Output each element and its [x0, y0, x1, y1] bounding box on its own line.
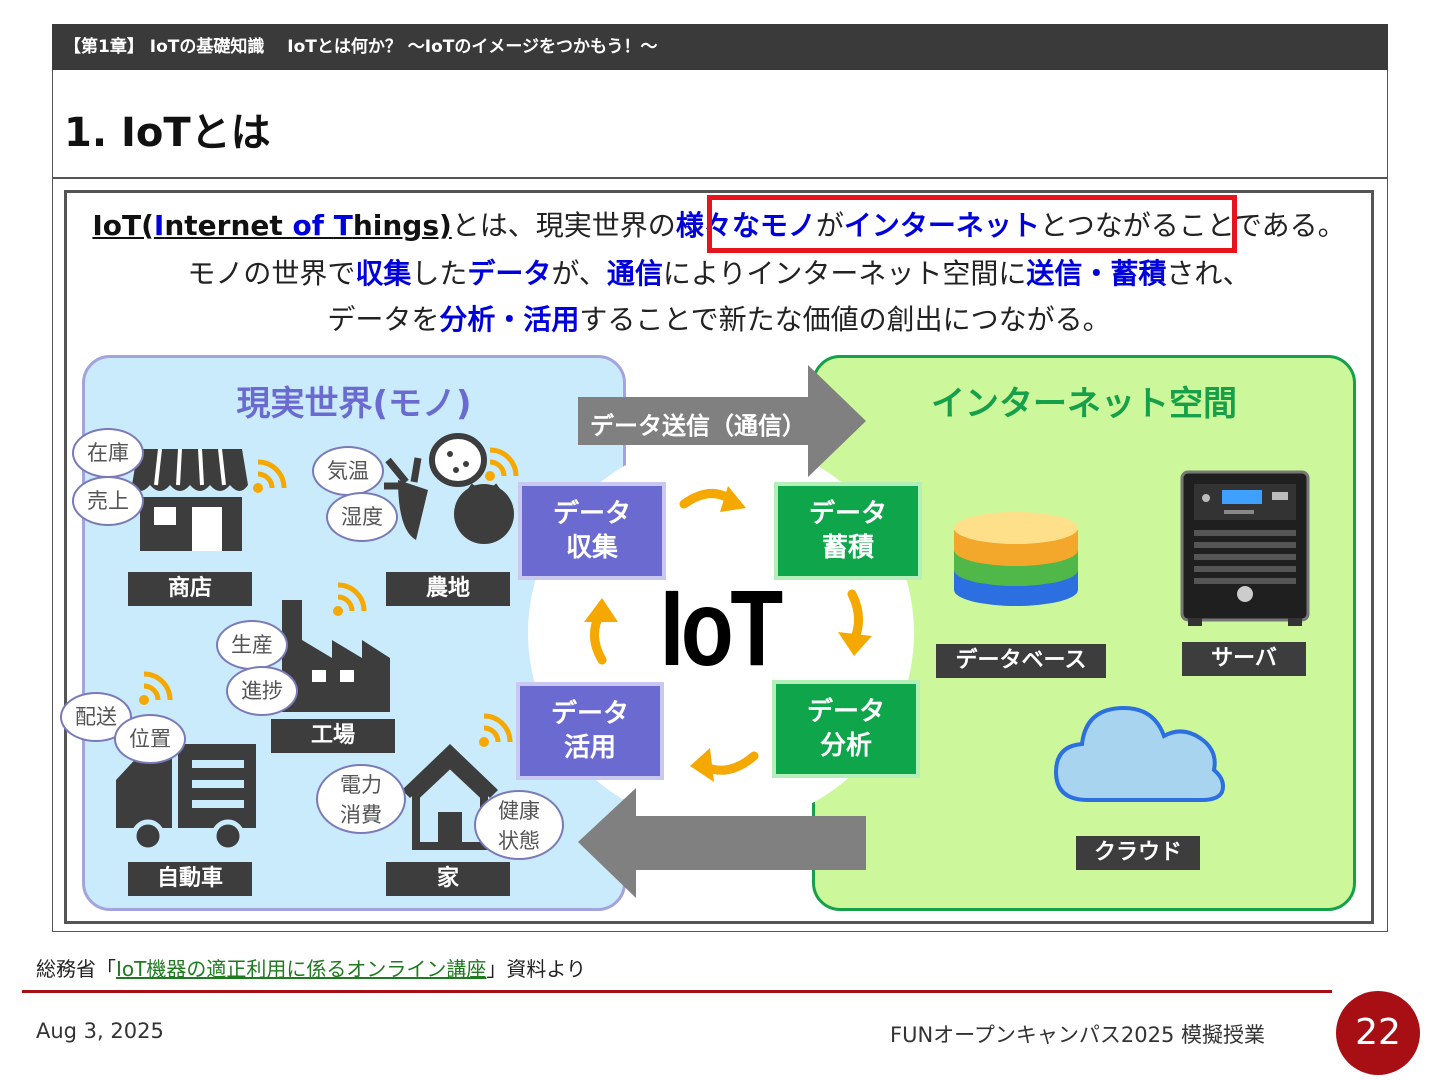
bubble-power: 電力 消費 — [316, 764, 406, 834]
return-arrow-icon — [578, 788, 866, 898]
footer-divider — [22, 990, 1332, 993]
lead-text: データを — [327, 303, 440, 336]
lead-highlight: 送信・蓄積 — [1026, 257, 1167, 290]
label-cloud: クラウド — [1076, 836, 1200, 870]
bubble-production: 生産 — [216, 620, 288, 670]
bubble-humidity: 湿度 — [326, 492, 398, 542]
shop-icon — [132, 448, 248, 551]
lead-text: によりインターネット空間に — [662, 257, 1027, 290]
bubble-position: 位置 — [114, 714, 186, 764]
real-world-title: 現実世界(モノ) — [236, 384, 472, 424]
bubble-power-line1: 電力 — [340, 773, 382, 797]
lead-iot: IoT( — [92, 209, 154, 242]
bubble-power-line2: 消費 — [340, 803, 382, 827]
slide-title: 1. IoTとは — [64, 110, 271, 156]
wifi-icon — [253, 459, 287, 493]
source-suffix: 」資料より — [486, 957, 586, 981]
cycle-arrow-icon — [679, 486, 746, 512]
cycle-arrow-icon — [584, 598, 618, 665]
lead-text: モノの世界で — [187, 257, 356, 290]
database-icon — [954, 512, 1078, 606]
internet-title: インターネット空間 — [931, 384, 1237, 424]
lead-highlight: 収集 — [355, 257, 412, 290]
lead-highlight: 分析・活用 — [439, 303, 580, 336]
cycle-use-line1: データ — [550, 699, 629, 729]
label-farm: 農地 — [386, 572, 510, 606]
bubble-health: 健康 状態 — [474, 790, 564, 860]
source-citation: 総務省「IoT機器の適正利用に係るオンライン講座」資料より — [36, 953, 586, 982]
label-house: 家 — [386, 862, 510, 896]
lead-space — [324, 209, 334, 242]
lead-of: of — [292, 209, 324, 242]
lead-text: され、 — [1166, 257, 1251, 290]
cycle-analyze: データ 分析 — [776, 684, 916, 774]
source-prefix: 総務省「 — [36, 957, 116, 981]
bubble-sales: 売上 — [72, 476, 144, 526]
cycle-arrow-icon — [838, 589, 872, 656]
lead-highlight: 通信 — [606, 257, 663, 290]
label-car: 自動車 — [128, 862, 252, 896]
lead-line-2: モノの世界で収集したデータが、通信によりインターネット空間に送信・蓄積され、 — [66, 252, 1372, 292]
cycle-analyze-line2: 分析 — [819, 731, 872, 761]
cycle-store-line2: 蓄積 — [821, 533, 874, 563]
page-number: 22 — [1336, 991, 1420, 1075]
send-arrow-label: データ送信（通信） — [590, 412, 806, 440]
lead-nternet: nternet — [164, 209, 293, 242]
lead-text: とは、現実世界の — [451, 209, 676, 242]
footer-event: FUNオープンキャンパス2025 模擬授業 — [890, 1023, 1266, 1047]
lead-text: することで新たな価値の創出につながる。 — [579, 303, 1111, 336]
cycle-store-line1: データ — [808, 499, 887, 529]
lead-text: した — [411, 257, 468, 290]
label-shop: 商店 — [128, 572, 252, 606]
cloud-icon — [1053, 705, 1225, 802]
bubble-health-line2: 状態 — [498, 829, 540, 853]
server-icon — [1180, 470, 1310, 626]
source-link[interactable]: IoT機器の適正利用に係るオンライン講座 — [116, 957, 486, 981]
cycle-arrow-icon — [690, 748, 759, 782]
cycle-store: データ 蓄積 — [778, 486, 918, 576]
label-server: サーバ — [1182, 642, 1306, 676]
chapter-bar: 【第1章】 IoTの基礎知識 IoTとは何か？ ～IoTのイメージをつかもう！～ — [52, 24, 1388, 70]
lead-highlight: データ — [467, 257, 552, 290]
label-factory: 工場 — [271, 719, 395, 753]
lead-t: T — [333, 209, 353, 242]
cycle-use: データ 活用 — [520, 686, 660, 776]
cycle-collect: データ 収集 — [522, 486, 662, 576]
wifi-icon — [479, 713, 513, 747]
cycle-analyze-line1: データ — [806, 697, 885, 727]
label-database: データベース — [936, 644, 1106, 678]
footer-date: Aug 3, 2025 — [36, 1019, 164, 1043]
cycle-collect-line2: 収集 — [565, 533, 618, 563]
highlight-box — [707, 195, 1237, 253]
cycle-collect-line1: データ — [552, 499, 631, 529]
lead-i: I — [153, 209, 165, 242]
wifi-icon — [485, 447, 519, 481]
bubble-health-line1: 健康 — [498, 799, 540, 823]
lead-text: が、 — [551, 257, 607, 290]
bubble-temp: 気温 — [312, 446, 384, 496]
wifi-icon — [139, 671, 173, 705]
wifi-icon — [333, 582, 367, 616]
iot-center-label: IoT — [660, 567, 783, 688]
lead-hings: hings) — [352, 209, 452, 242]
cycle-use-line2: 活用 — [563, 733, 616, 763]
lead-line-3: データを分析・活用することで新たな価値の創出につながる。 — [66, 298, 1372, 338]
bubble-progress: 進捗 — [226, 666, 298, 716]
bubble-stock: 在庫 — [72, 428, 144, 478]
